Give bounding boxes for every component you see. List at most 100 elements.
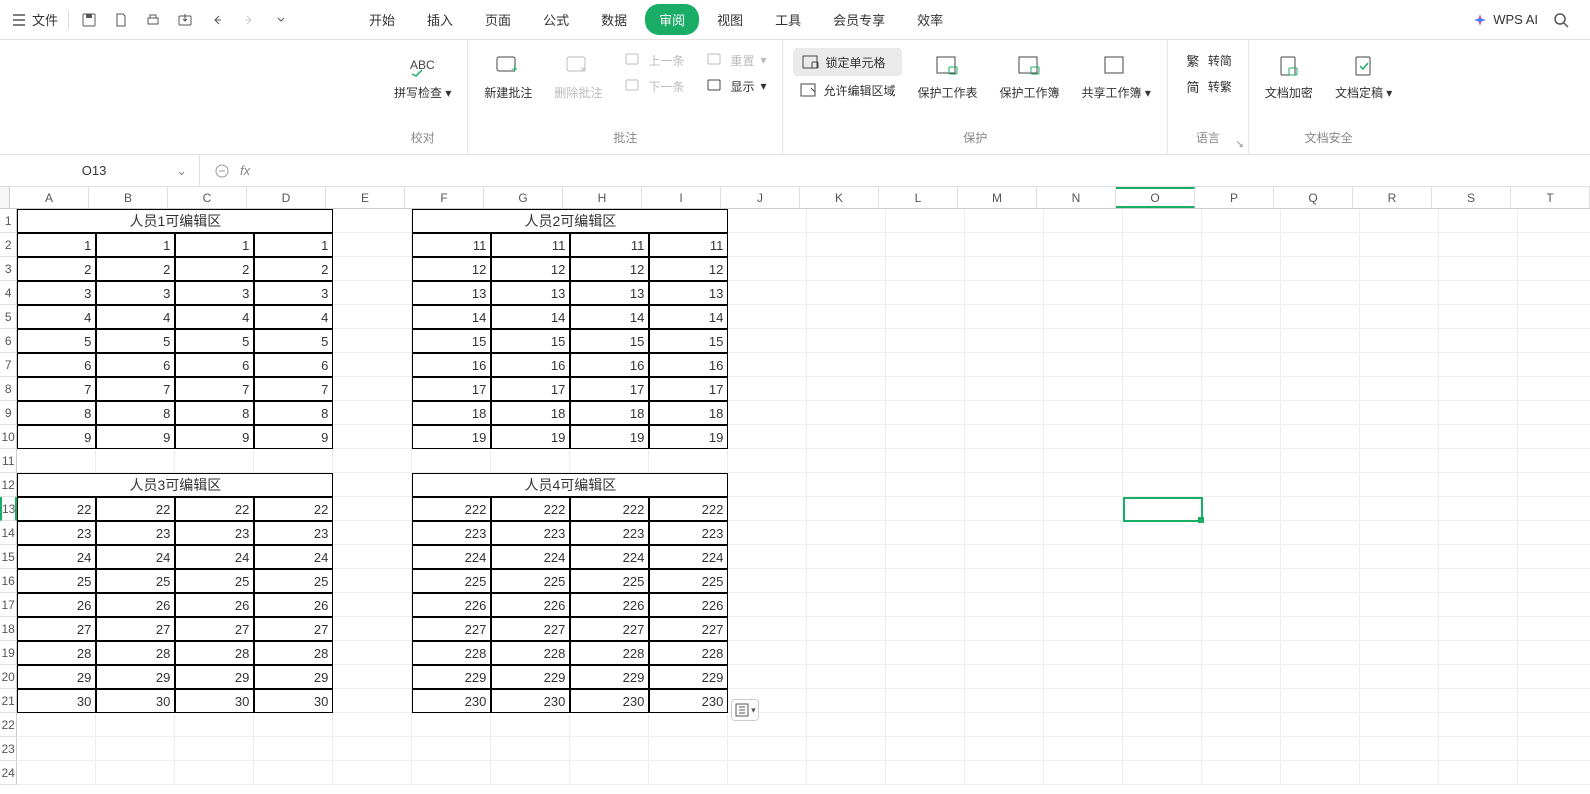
cell-G3[interactable]: 12 [491, 257, 570, 281]
cell-I4[interactable]: 13 [649, 281, 728, 305]
cell-C21[interactable]: 30 [175, 689, 254, 713]
cell-P4[interactable] [1202, 281, 1281, 305]
cell-R13[interactable] [1360, 497, 1439, 521]
cell-F8[interactable]: 17 [412, 377, 491, 401]
cell-C2[interactable]: 1 [175, 233, 254, 257]
cell-K22[interactable] [807, 713, 886, 737]
cell-R5[interactable] [1360, 305, 1439, 329]
cell-E5[interactable] [333, 305, 412, 329]
finalize-button[interactable]: 文档定稿 ▾ [1329, 48, 1398, 105]
cell-E22[interactable] [333, 713, 412, 737]
cell-F2[interactable]: 11 [412, 233, 491, 257]
cell-J18[interactable] [728, 617, 807, 641]
show-comment-button[interactable]: 显示 ▾ [700, 74, 772, 98]
cell-S5[interactable] [1439, 305, 1518, 329]
cell-T22[interactable] [1518, 713, 1590, 737]
cell-M24[interactable] [965, 761, 1044, 785]
cell-P19[interactable] [1202, 641, 1281, 665]
cell-K5[interactable] [807, 305, 886, 329]
cell-O18[interactable] [1123, 617, 1202, 641]
cell-J1[interactable] [728, 209, 807, 233]
cell-J10[interactable] [728, 425, 807, 449]
cell-Q3[interactable] [1281, 257, 1360, 281]
cell-D23[interactable] [254, 737, 333, 761]
cell-Q15[interactable] [1281, 545, 1360, 569]
cell-S23[interactable] [1439, 737, 1518, 761]
cell-G18[interactable]: 227 [491, 617, 570, 641]
col-header-K[interactable]: K [800, 187, 879, 208]
cell-P21[interactable] [1202, 689, 1281, 713]
cell-O2[interactable] [1123, 233, 1202, 257]
tab-review[interactable]: 审阅 [645, 4, 699, 35]
dropdown-icon[interactable] [271, 10, 291, 30]
cell-J23[interactable] [728, 737, 807, 761]
cell-D4[interactable]: 3 [254, 281, 333, 305]
cell-Q7[interactable] [1281, 353, 1360, 377]
cell-A18[interactable]: 27 [17, 617, 96, 641]
cell-R18[interactable] [1360, 617, 1439, 641]
cell-T2[interactable] [1518, 233, 1590, 257]
tab-member[interactable]: 会员专享 [819, 4, 899, 35]
cell-O9[interactable] [1123, 401, 1202, 425]
cell-L1[interactable] [886, 209, 965, 233]
cell-E21[interactable] [333, 689, 412, 713]
cell-O3[interactable] [1123, 257, 1202, 281]
cell-H15[interactable]: 224 [570, 545, 649, 569]
cell-Q13[interactable] [1281, 497, 1360, 521]
cell-K16[interactable] [807, 569, 886, 593]
cell-K1[interactable] [807, 209, 886, 233]
print-icon[interactable] [143, 10, 163, 30]
cell-S19[interactable] [1439, 641, 1518, 665]
cell-O21[interactable] [1123, 689, 1202, 713]
cell-K20[interactable] [807, 665, 886, 689]
cell-Q9[interactable] [1281, 401, 1360, 425]
cell-H22[interactable] [570, 713, 649, 737]
cell-M5[interactable] [965, 305, 1044, 329]
cell-D8[interactable]: 7 [254, 377, 333, 401]
col-header-I[interactable]: I [642, 187, 721, 208]
cell-F17[interactable]: 226 [412, 593, 491, 617]
cell-O12[interactable] [1123, 473, 1202, 497]
cell-N24[interactable] [1044, 761, 1123, 785]
cell-N8[interactable] [1044, 377, 1123, 401]
cell-M16[interactable] [965, 569, 1044, 593]
cell-L14[interactable] [886, 521, 965, 545]
cell-B5[interactable]: 4 [96, 305, 175, 329]
cell-Q11[interactable] [1281, 449, 1360, 473]
cell-A14[interactable]: 23 [17, 521, 96, 545]
cell-S7[interactable] [1439, 353, 1518, 377]
redo-icon[interactable] [239, 10, 259, 30]
cell-C6[interactable]: 5 [175, 329, 254, 353]
cell-D18[interactable]: 27 [254, 617, 333, 641]
cell-Q5[interactable] [1281, 305, 1360, 329]
cell-O5[interactable] [1123, 305, 1202, 329]
cell-A11[interactable] [17, 449, 96, 473]
cell-C11[interactable] [175, 449, 254, 473]
cell-I23[interactable] [649, 737, 728, 761]
col-header-F[interactable]: F [405, 187, 484, 208]
cell-O15[interactable] [1123, 545, 1202, 569]
row-header-13[interactable]: 13 [0, 497, 17, 521]
cells-area[interactable]: 人员1可编辑区人员2可编辑区11111111111122221212121233… [17, 209, 1590, 785]
cell-I15[interactable]: 224 [649, 545, 728, 569]
cell-M15[interactable] [965, 545, 1044, 569]
cell-K8[interactable] [807, 377, 886, 401]
cell-N4[interactable] [1044, 281, 1123, 305]
new-comment-button[interactable]: + 新建批注 [478, 48, 538, 105]
cell-G20[interactable]: 229 [491, 665, 570, 689]
row-header-7[interactable]: 7 [0, 353, 17, 377]
row-header-6[interactable]: 6 [0, 329, 17, 353]
cell-I6[interactable]: 15 [649, 329, 728, 353]
cell-O4[interactable] [1123, 281, 1202, 305]
cell-P6[interactable] [1202, 329, 1281, 353]
cell-C14[interactable]: 23 [175, 521, 254, 545]
cell-O10[interactable] [1123, 425, 1202, 449]
reset-comment-button[interactable]: 重置 ▾ [700, 48, 772, 72]
cell-H24[interactable] [570, 761, 649, 785]
cell-M1[interactable] [965, 209, 1044, 233]
cell-O8[interactable] [1123, 377, 1202, 401]
cell-K11[interactable] [807, 449, 886, 473]
protect-sheet-button[interactable]: 保护工作表 [912, 48, 984, 105]
cell-E2[interactable] [333, 233, 412, 257]
cell-P12[interactable] [1202, 473, 1281, 497]
